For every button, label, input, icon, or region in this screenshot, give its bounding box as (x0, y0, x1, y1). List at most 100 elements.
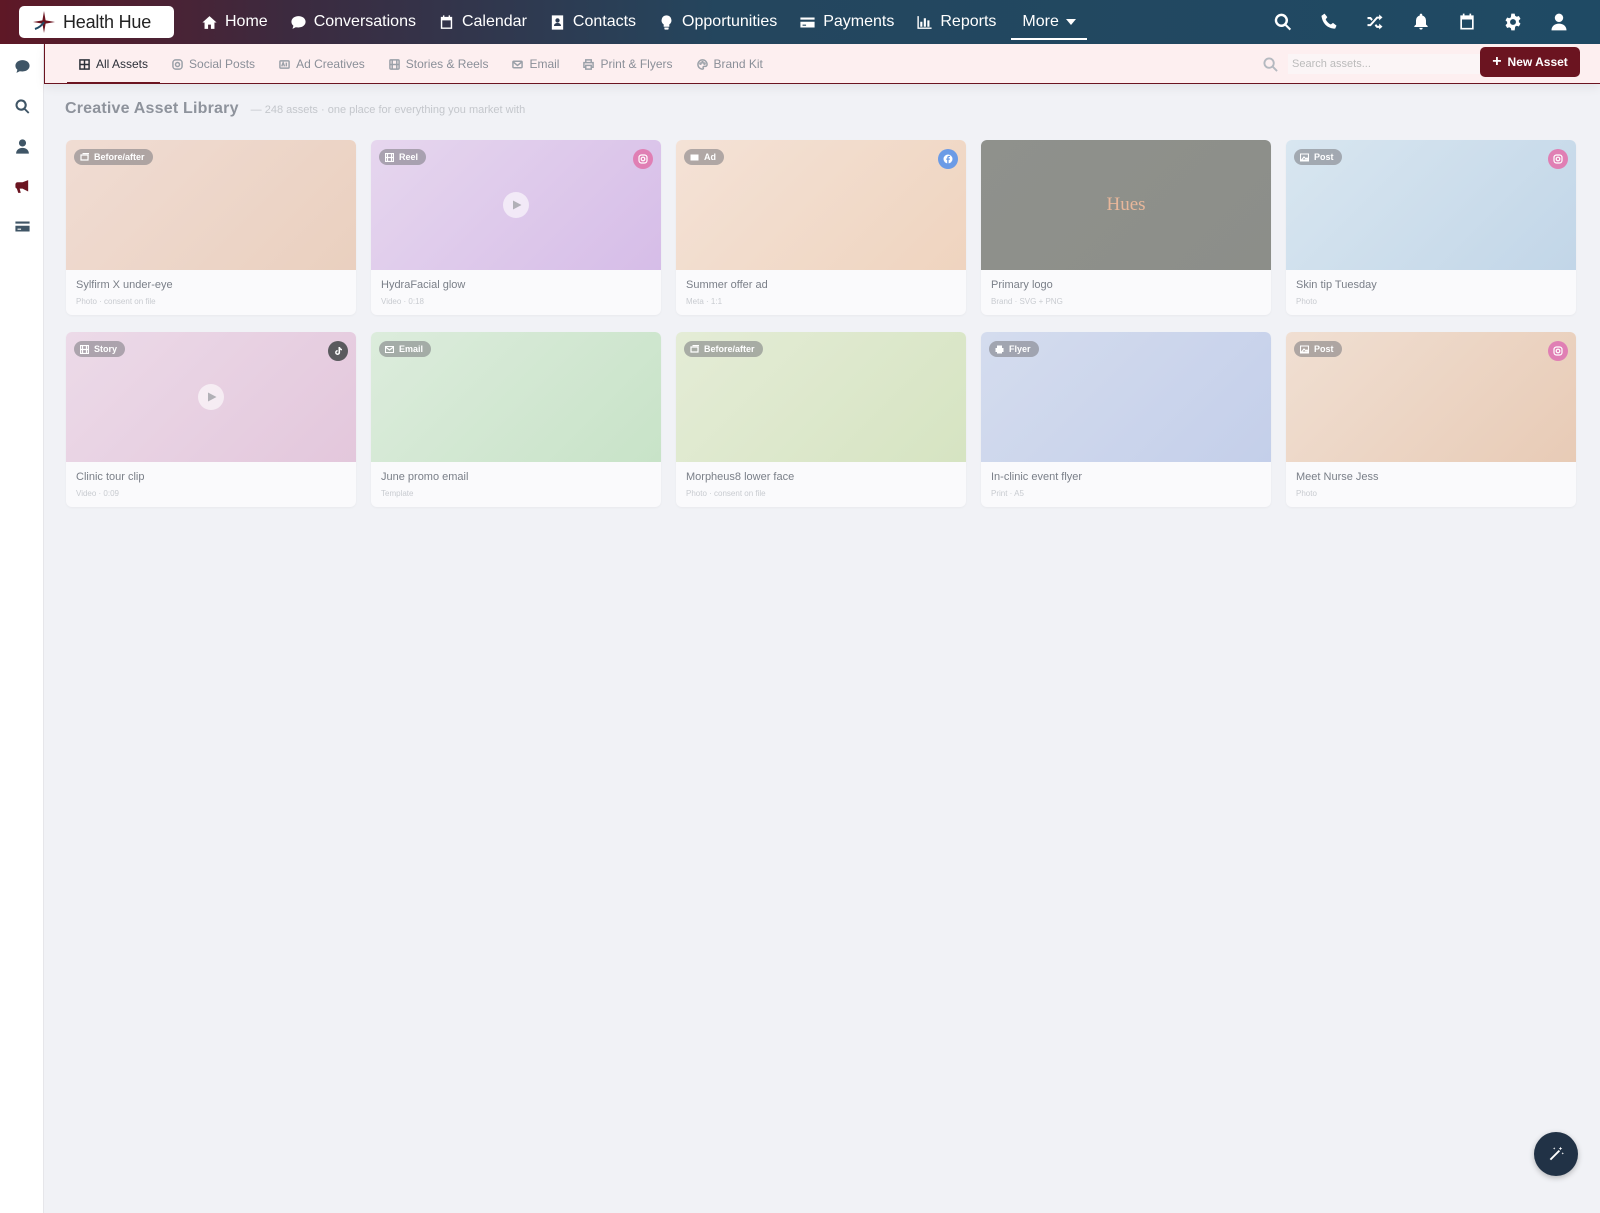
brand-logo[interactable]: Health Hue (19, 6, 174, 38)
asset-thumbnail: Reel (371, 140, 661, 270)
tab-social-posts[interactable]: Social Posts (160, 44, 267, 84)
asset-meta: Photo · consent on file (76, 297, 156, 306)
asset-card[interactable]: Flyer In-clinic event flyer Print · A5 (981, 332, 1271, 507)
asset-meta: Video · 0:18 (381, 297, 424, 306)
asset-meta: Video · 0:09 (76, 489, 119, 498)
asset-thumbnail: Hues (981, 140, 1271, 270)
asset-type-label: Reel (399, 152, 419, 162)
phone-button[interactable] (1306, 0, 1352, 44)
asset-type-label: Flyer (1009, 344, 1031, 354)
platform-badge (633, 149, 653, 169)
chat-icon (291, 15, 306, 29)
asset-type-badge: Flyer (989, 341, 1039, 357)
asset-type-badge: Story (74, 341, 126, 357)
asset-card[interactable]: Hues Primary logo Brand · SVG + PNG (981, 140, 1271, 315)
shuffle-icon (1367, 14, 1383, 30)
asset-card[interactable]: Ad Summer offer ad Meta · 1:1 (676, 140, 966, 315)
facebook-icon (943, 154, 953, 164)
asset-meta: Photo (1296, 297, 1317, 306)
play-button[interactable] (503, 192, 529, 218)
nav-opportunities[interactable]: Opportunities (647, 0, 788, 44)
nav-payments-label: Payments (823, 13, 895, 30)
main-nav: Home Conversations Calendar Contacts Opp… (190, 0, 1088, 44)
asset-meta: Template (381, 489, 414, 498)
new-asset-button[interactable]: + New Asset (1480, 47, 1580, 77)
images-icon (690, 344, 699, 353)
asset-card[interactable]: Post Meet Nurse Jess Photo (1286, 332, 1576, 507)
asset-type-label: Before/after (704, 344, 755, 354)
ai-assist-button[interactable] (1534, 1132, 1578, 1176)
asset-title: Sylfirm X under-eye (76, 279, 173, 291)
profile-button[interactable] (1536, 0, 1582, 44)
asset-card[interactable]: Post Skin tip Tuesday Photo (1286, 140, 1576, 315)
tab-label: Brand Kit (713, 57, 763, 71)
rail-contacts[interactable] (0, 126, 44, 166)
asset-thumbnail: Post (1286, 332, 1576, 462)
grid-icon (79, 58, 90, 70)
bar-chart-icon (917, 15, 932, 29)
calendar-shortcut-button[interactable] (1444, 0, 1490, 44)
printer-icon (583, 58, 595, 70)
ad-icon (690, 154, 699, 160)
page-subtitle: — 248 assets · one place for everything … (250, 104, 526, 116)
asset-title: Clinic tour clip (76, 471, 145, 483)
rail-conversations[interactable] (0, 46, 44, 86)
ad-icon (279, 59, 290, 69)
bell-icon (1414, 13, 1428, 30)
play-icon (513, 200, 522, 210)
nav-conversations[interactable]: Conversations (279, 0, 427, 44)
nav-more-dropdown[interactable]: More (1011, 0, 1088, 44)
asset-title: Skin tip Tuesday (1296, 279, 1377, 291)
search-input[interactable] (1288, 54, 1488, 74)
nav-reports[interactable]: Reports (905, 0, 1007, 44)
tab-print-flyers[interactable]: Print & Flyers (571, 44, 684, 84)
play-button[interactable] (198, 384, 224, 410)
gear-icon (1505, 13, 1521, 31)
rail-marketing[interactable] (0, 166, 44, 206)
nav-contacts[interactable]: Contacts (538, 0, 647, 44)
settings-button[interactable] (1490, 0, 1536, 44)
tab-stories-reels[interactable]: Stories & Reels (377, 44, 501, 84)
asset-card[interactable]: Story Clinic tour clip Video · 0:09 (66, 332, 356, 507)
asset-meta: Brand · SVG + PNG (991, 297, 1063, 306)
tab-brand-kit[interactable]: Brand Kit (685, 44, 775, 84)
notifications-button[interactable] (1398, 0, 1444, 44)
tiktok-icon (335, 347, 342, 355)
search-icon (15, 98, 29, 114)
asset-card[interactable]: Before/after Sylfirm X under-eye Photo · c… (66, 140, 356, 315)
global-search-button[interactable] (1260, 0, 1306, 44)
tab-email[interactable]: Email (500, 44, 571, 84)
left-rail (0, 44, 44, 1213)
envelope-icon (385, 345, 394, 353)
asset-card[interactable]: Email June promo email Template (371, 332, 661, 507)
tab-all-assets[interactable]: All Assets (67, 44, 161, 84)
rail-payments[interactable] (0, 206, 44, 246)
asset-type-badge: Before/after (74, 149, 153, 165)
new-asset-label: New Asset (1507, 55, 1568, 69)
asset-card[interactable]: Reel HydraFacial glow Video · 0:18 (371, 140, 661, 315)
rail-search[interactable] (0, 86, 44, 126)
asset-type-label: Before/after (94, 152, 145, 162)
nav-calendar[interactable]: Calendar (427, 0, 538, 44)
nav-more-label: More (1022, 13, 1059, 30)
calendar-icon (440, 14, 453, 29)
tab-ad-creatives[interactable]: Ad Creatives (267, 44, 377, 84)
instagram-icon (638, 154, 648, 164)
asset-type-badge: Reel (379, 149, 427, 165)
images-icon (80, 152, 89, 161)
play-icon (208, 392, 217, 402)
top-utility-icons (1260, 0, 1582, 44)
search-icon (1263, 56, 1278, 72)
film-icon (385, 152, 394, 162)
asset-tabs-bar: All Assets Social Posts Ad Creatives Sto… (44, 44, 1600, 84)
home-icon (202, 15, 217, 29)
asset-type-label: Story (94, 344, 118, 354)
asset-meta: Photo (1296, 489, 1317, 498)
nav-payments[interactable]: Payments (788, 0, 905, 44)
nav-home[interactable]: Home (190, 0, 279, 44)
platform-badge (1548, 149, 1568, 169)
asset-card[interactable]: Before/after Morpheus8 lower face Photo · … (676, 332, 966, 507)
tab-label: Print & Flyers (600, 57, 673, 71)
asset-type-label: Post (1314, 152, 1334, 162)
automation-button[interactable] (1352, 0, 1398, 44)
